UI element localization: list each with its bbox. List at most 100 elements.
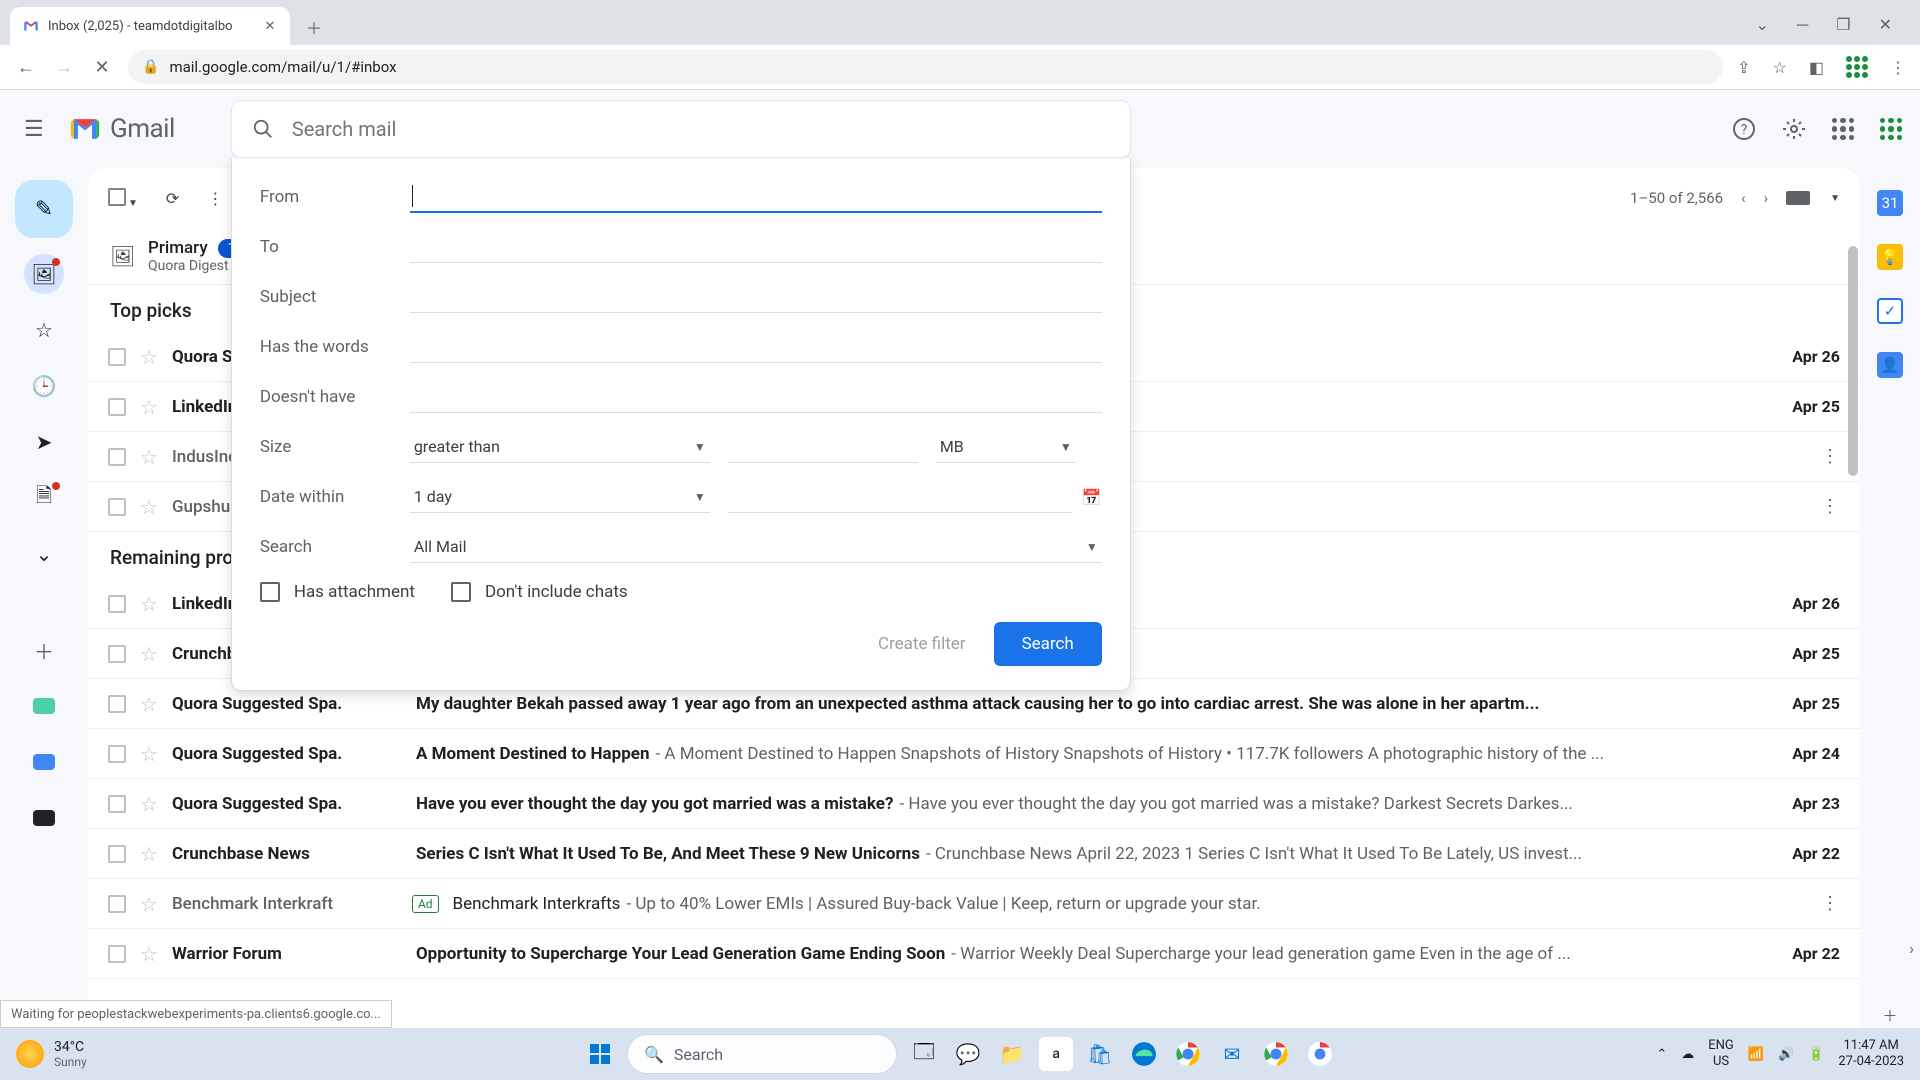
chrome-icon-2[interactable] <box>1259 1037 1293 1071</box>
nav-more[interactable]: ⌄ <box>24 534 64 574</box>
star-icon[interactable]: ☆ <box>140 345 158 369</box>
stop-icon[interactable]: ✕ <box>90 47 114 87</box>
mail-row[interactable]: ☆Benchmark InterkraftAdBenchmark Interkr… <box>88 879 1860 929</box>
subject-input[interactable] <box>410 281 1102 313</box>
taskview-icon[interactable]: 🗔 <box>907 1037 941 1071</box>
star-icon[interactable]: ☆ <box>140 742 158 766</box>
calendar-addon-icon[interactable]: 31 <box>1877 190 1903 216</box>
search-button[interactable]: Search <box>994 622 1102 666</box>
chrome-icon-1[interactable] <box>1171 1037 1205 1071</box>
has-attachment-checkbox[interactable]: Has attachment <box>260 582 415 602</box>
new-tab-button[interactable]: ＋ <box>296 9 332 45</box>
mail-row[interactable]: ☆Crunchbase NewsSeries C Isn't What It U… <box>88 829 1860 879</box>
google-apps-icon[interactable] <box>1832 118 1854 140</box>
doesnothave-input[interactable] <box>410 381 1102 413</box>
onedrive-icon[interactable]: ☁ <box>1681 1047 1694 1062</box>
menu-icon[interactable]: ☰ <box>24 117 50 142</box>
back-icon[interactable]: ← <box>14 47 38 87</box>
prev-page-icon[interactable]: ‹ <box>1741 189 1746 207</box>
select-all-checkbox[interactable]: ▼ <box>108 188 138 209</box>
row-checkbox[interactable] <box>108 745 126 763</box>
mail-row[interactable]: ☆Warrior ForumOpportunity to Supercharge… <box>88 929 1860 979</box>
settings-gear-icon[interactable] <box>1782 117 1806 141</box>
row-more-icon[interactable]: ⋮ <box>1820 446 1840 467</box>
row-checkbox[interactable] <box>108 398 126 416</box>
size-unit-select[interactable]: MB▼ <box>936 431 1076 463</box>
mail-app-icon[interactable]: ✉ <box>1215 1037 1249 1071</box>
clock[interactable]: 11:47 AM27-04-2023 <box>1838 1038 1904 1069</box>
language-indicator[interactable]: ENGUS <box>1708 1038 1734 1069</box>
date-range-select[interactable]: 1 day▼ <box>410 481 710 513</box>
share-icon[interactable]: ⇪ <box>1737 58 1750 77</box>
chevron-down-icon[interactable]: ⌄ <box>1756 15 1769 35</box>
forward-icon[interactable]: → <box>52 47 76 87</box>
chat-label-2[interactable] <box>24 742 64 782</box>
row-checkbox[interactable] <box>108 845 126 863</box>
close-tab-icon[interactable]: ✕ <box>262 18 278 34</box>
keep-addon-icon[interactable]: 💡 <box>1877 244 1903 270</box>
next-page-icon[interactable]: › <box>1764 189 1769 207</box>
volume-icon[interactable]: 🔊 <box>1778 1047 1794 1062</box>
account-icon[interactable] <box>1880 118 1902 140</box>
star-icon[interactable]: ☆ <box>140 942 158 966</box>
create-filter-link[interactable]: Create filter <box>878 634 966 654</box>
explorer-icon[interactable]: 📁 <box>995 1037 1029 1071</box>
star-icon[interactable]: ☆ <box>140 692 158 716</box>
extension-icon[interactable] <box>1846 56 1868 78</box>
row-checkbox[interactable] <box>108 945 126 963</box>
taskbar-search[interactable]: 🔍Search <box>627 1034 897 1074</box>
nav-add[interactable]: ＋ <box>24 630 64 670</box>
search-input[interactable] <box>292 117 1110 141</box>
row-checkbox[interactable] <box>108 348 126 366</box>
tasks-addon-icon[interactable]: ✓ <box>1877 298 1903 324</box>
row-checkbox[interactable] <box>108 498 126 516</box>
sidepanel-icon[interactable]: ◧ <box>1809 58 1824 77</box>
haswords-input[interactable] <box>410 331 1102 363</box>
star-icon[interactable]: ☆ <box>140 495 158 519</box>
start-icon[interactable] <box>583 1037 617 1071</box>
date-input[interactable] <box>728 481 1072 513</box>
store-icon[interactable]: 🛍 <box>1083 1037 1117 1071</box>
chat-label-1[interactable] <box>24 686 64 726</box>
star-icon[interactable]: ☆ <box>140 842 158 866</box>
input-mode-icon[interactable] <box>1786 191 1810 205</box>
search-scope-select[interactable]: All Mail▼ <box>410 531 1102 563</box>
tray-chevron-icon[interactable]: ⌃ <box>1656 1047 1667 1062</box>
browser-tab[interactable]: Inbox (2,025) - teamdotdigitalbo ✕ <box>10 7 290 45</box>
nav-inbox[interactable]: 🖼 <box>24 254 64 294</box>
kebab-menu-icon[interactable]: ⋮ <box>1890 58 1906 77</box>
amazon-icon[interactable]: a <box>1039 1037 1073 1071</box>
battery-icon[interactable]: 🔋 <box>1808 1047 1824 1062</box>
mail-row[interactable]: ☆Quora Suggested Spa.Have you ever thoug… <box>88 779 1860 829</box>
size-value-input[interactable] <box>728 431 918 463</box>
more-actions-icon[interactable]: ⋮ <box>207 189 223 208</box>
star-icon[interactable]: ☆ <box>140 395 158 419</box>
row-checkbox[interactable] <box>108 595 126 613</box>
wifi-icon[interactable]: 📶 <box>1748 1047 1764 1062</box>
bookmark-star-icon[interactable]: ☆ <box>1773 58 1787 77</box>
nav-snoozed[interactable]: 🕒 <box>24 366 64 406</box>
star-icon[interactable]: ☆ <box>140 642 158 666</box>
row-checkbox[interactable] <box>108 795 126 813</box>
from-input[interactable] <box>410 181 1102 213</box>
expand-panel-icon[interactable]: › <box>1909 939 1914 958</box>
contacts-addon-icon[interactable]: 👤 <box>1877 352 1903 378</box>
row-checkbox[interactable] <box>108 895 126 913</box>
refresh-icon[interactable]: ⟳ <box>166 189 179 208</box>
nav-starred[interactable]: ☆ <box>24 310 64 350</box>
to-input[interactable] <box>410 231 1102 263</box>
nav-sent[interactable]: ➤ <box>24 422 64 462</box>
row-more-icon[interactable]: ⋮ <box>1820 496 1840 517</box>
add-addon-icon[interactable]: ＋ <box>1877 1002 1903 1028</box>
close-window-icon[interactable]: ✕ <box>1879 15 1892 35</box>
nav-drafts[interactable]: 🗎 <box>24 478 64 518</box>
star-icon[interactable]: ☆ <box>140 792 158 816</box>
maximize-icon[interactable]: ❐ <box>1836 15 1850 35</box>
row-more-icon[interactable]: ⋮ <box>1820 893 1840 914</box>
size-op-select[interactable]: greater than▼ <box>410 431 710 463</box>
chat-label-3[interactable] <box>24 798 64 838</box>
calendar-icon[interactable]: 📅 <box>1082 488 1102 507</box>
chrome-icon-3[interactable] <box>1303 1037 1337 1071</box>
edge-icon[interactable] <box>1127 1037 1161 1071</box>
scrollbar[interactable] <box>1848 246 1858 476</box>
